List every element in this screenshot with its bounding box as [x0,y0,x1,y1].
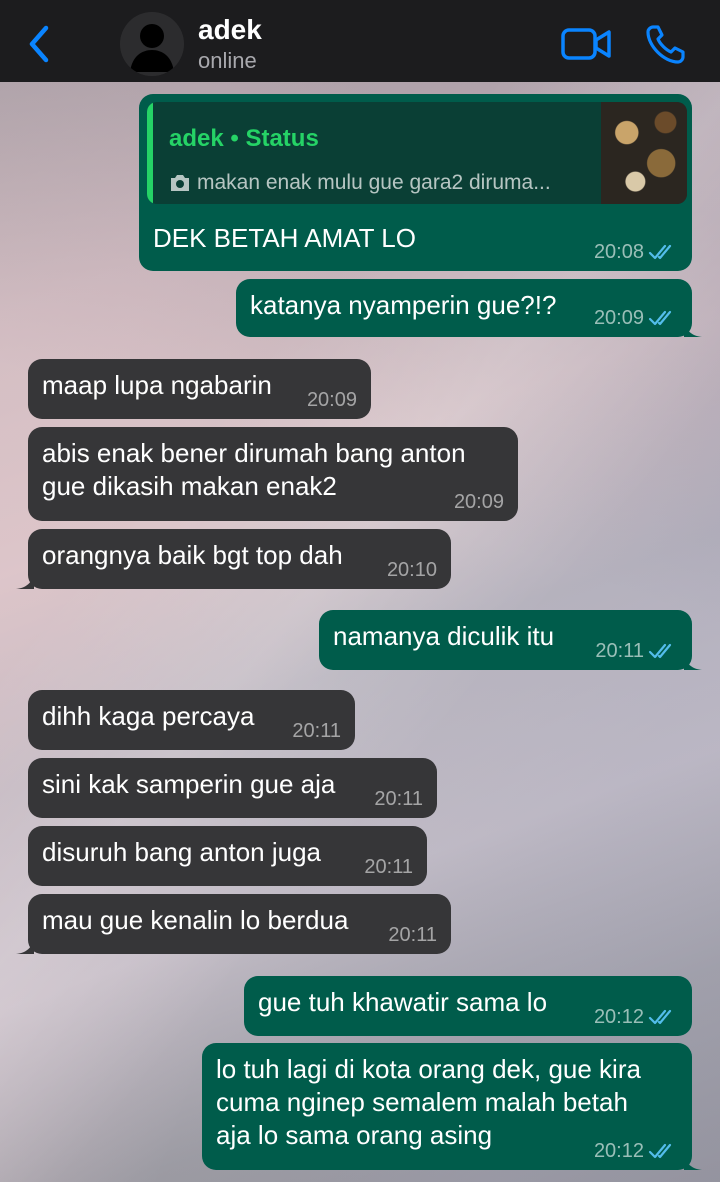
message-text: sini kak samperin gue aja [42,769,336,799]
double-check-icon [648,643,672,659]
double-check-icon [648,310,672,326]
message-bubble-incoming[interactable]: mau gue kenalin lo berdua 20:11 [16,894,451,954]
video-camera-icon [561,28,611,60]
message-time: 20:11 [292,720,341,742]
message-bubble-outgoing[interactable]: namanya diculik itu 20:11 [319,610,702,670]
message-meta: 20:09 [307,389,357,411]
message-time: 20:11 [388,924,437,946]
double-check-icon [648,1009,672,1025]
message-time: 20:12 [593,1140,644,1162]
message-text-line: gue dikasih makan enak2 [42,471,337,501]
double-check-icon [648,1143,672,1159]
camera-icon [171,174,189,191]
message-meta: 20:11 [364,856,413,878]
bubble-tail [684,654,702,670]
message-text: DEK BETAH AMAT LO [153,223,416,253]
message-time: 20:09 [453,491,504,513]
voice-call-button[interactable] [644,22,688,66]
double-check-icon [648,244,672,260]
message-text: mau gue kenalin lo berdua [42,905,349,935]
message-meta: 20:09 [594,307,678,329]
message-bubble-outgoing[interactable]: adek • Status makan enak mulu gue gara2 … [139,94,692,271]
quote-accent-bar [147,102,153,204]
bubble-tail [16,938,34,954]
message-bubble-incoming[interactable]: maap lupa ngabarin 20:09 [28,359,371,419]
message-bubble-incoming[interactable]: orangnya baik bgt top dah 20:10 [16,529,451,589]
message-meta: 20:12 [594,1006,678,1028]
bubble-tail [684,321,702,337]
quoted-author: adek • Status [169,125,319,152]
quoted-text-row: makan enak mulu gue gara2 diruma... [169,166,579,199]
message-meta: 20:10 [387,559,437,581]
default-avatar-icon [120,12,184,76]
message-meta: 20:11 [388,924,437,946]
message-time: 20:11 [374,788,423,810]
quoted-status[interactable]: adek • Status makan enak mulu gue gara2 … [147,102,687,204]
message-time: 20:09 [593,307,644,329]
message-time: 20:08 [593,241,644,263]
contact-name[interactable]: adek [198,14,262,46]
message-bubble-outgoing[interactable]: gue tuh khawatir sama lo 20:12 [244,976,692,1036]
message-text-line: lo tuh lagi di kota orang dek, gue kira [216,1054,641,1084]
message-bubble-incoming[interactable]: abis enak bener dirumah bang anton gue d… [28,427,518,521]
message-meta: 20:09 [454,491,504,513]
message-time: 20:10 [386,559,437,581]
message-bubble-incoming[interactable]: dihh kaga percaya 20:11 [28,690,355,750]
message-text-line: abis enak bener dirumah bang anton [42,438,466,468]
quoted-text: makan enak mulu gue gara2 diruma... [197,171,551,194]
phone-icon [646,25,685,64]
status-thumbnail [601,102,687,204]
message-meta: 20:11 [595,640,678,662]
message-text: orangnya baik bgt top dah [42,540,343,570]
message-bubble-outgoing[interactable]: lo tuh lagi di kota orang dek, gue kira … [202,1043,702,1170]
bubble-tail [16,573,34,589]
message-meta: 20:12 [594,1140,678,1162]
message-time: 20:12 [593,1006,644,1028]
message-time: 20:11 [364,856,413,878]
video-call-button[interactable] [560,24,612,64]
message-text: disuruh bang anton juga [42,837,322,867]
message-bubble-incoming[interactable]: disuruh bang anton juga 20:11 [28,826,427,886]
message-bubble-incoming[interactable]: sini kak samperin gue aja 20:11 [28,758,437,818]
message-meta: 20:11 [292,720,341,742]
chat-header: adek online [0,0,720,82]
chevron-left-icon [29,25,49,63]
back-button[interactable] [20,22,60,66]
bubble-tail [684,1154,702,1170]
message-meta: 20:08 [594,241,678,263]
avatar[interactable] [120,12,184,76]
message-time: 20:11 [595,640,644,662]
message-meta: 20:11 [374,788,423,810]
contact-status: online [198,48,257,73]
message-text-line: cuma nginep semalem malah betah [216,1087,628,1117]
message-time: 20:09 [306,389,357,411]
message-bubble-outgoing[interactable]: katanya nyamperin gue?!? 20:09 [236,279,702,337]
